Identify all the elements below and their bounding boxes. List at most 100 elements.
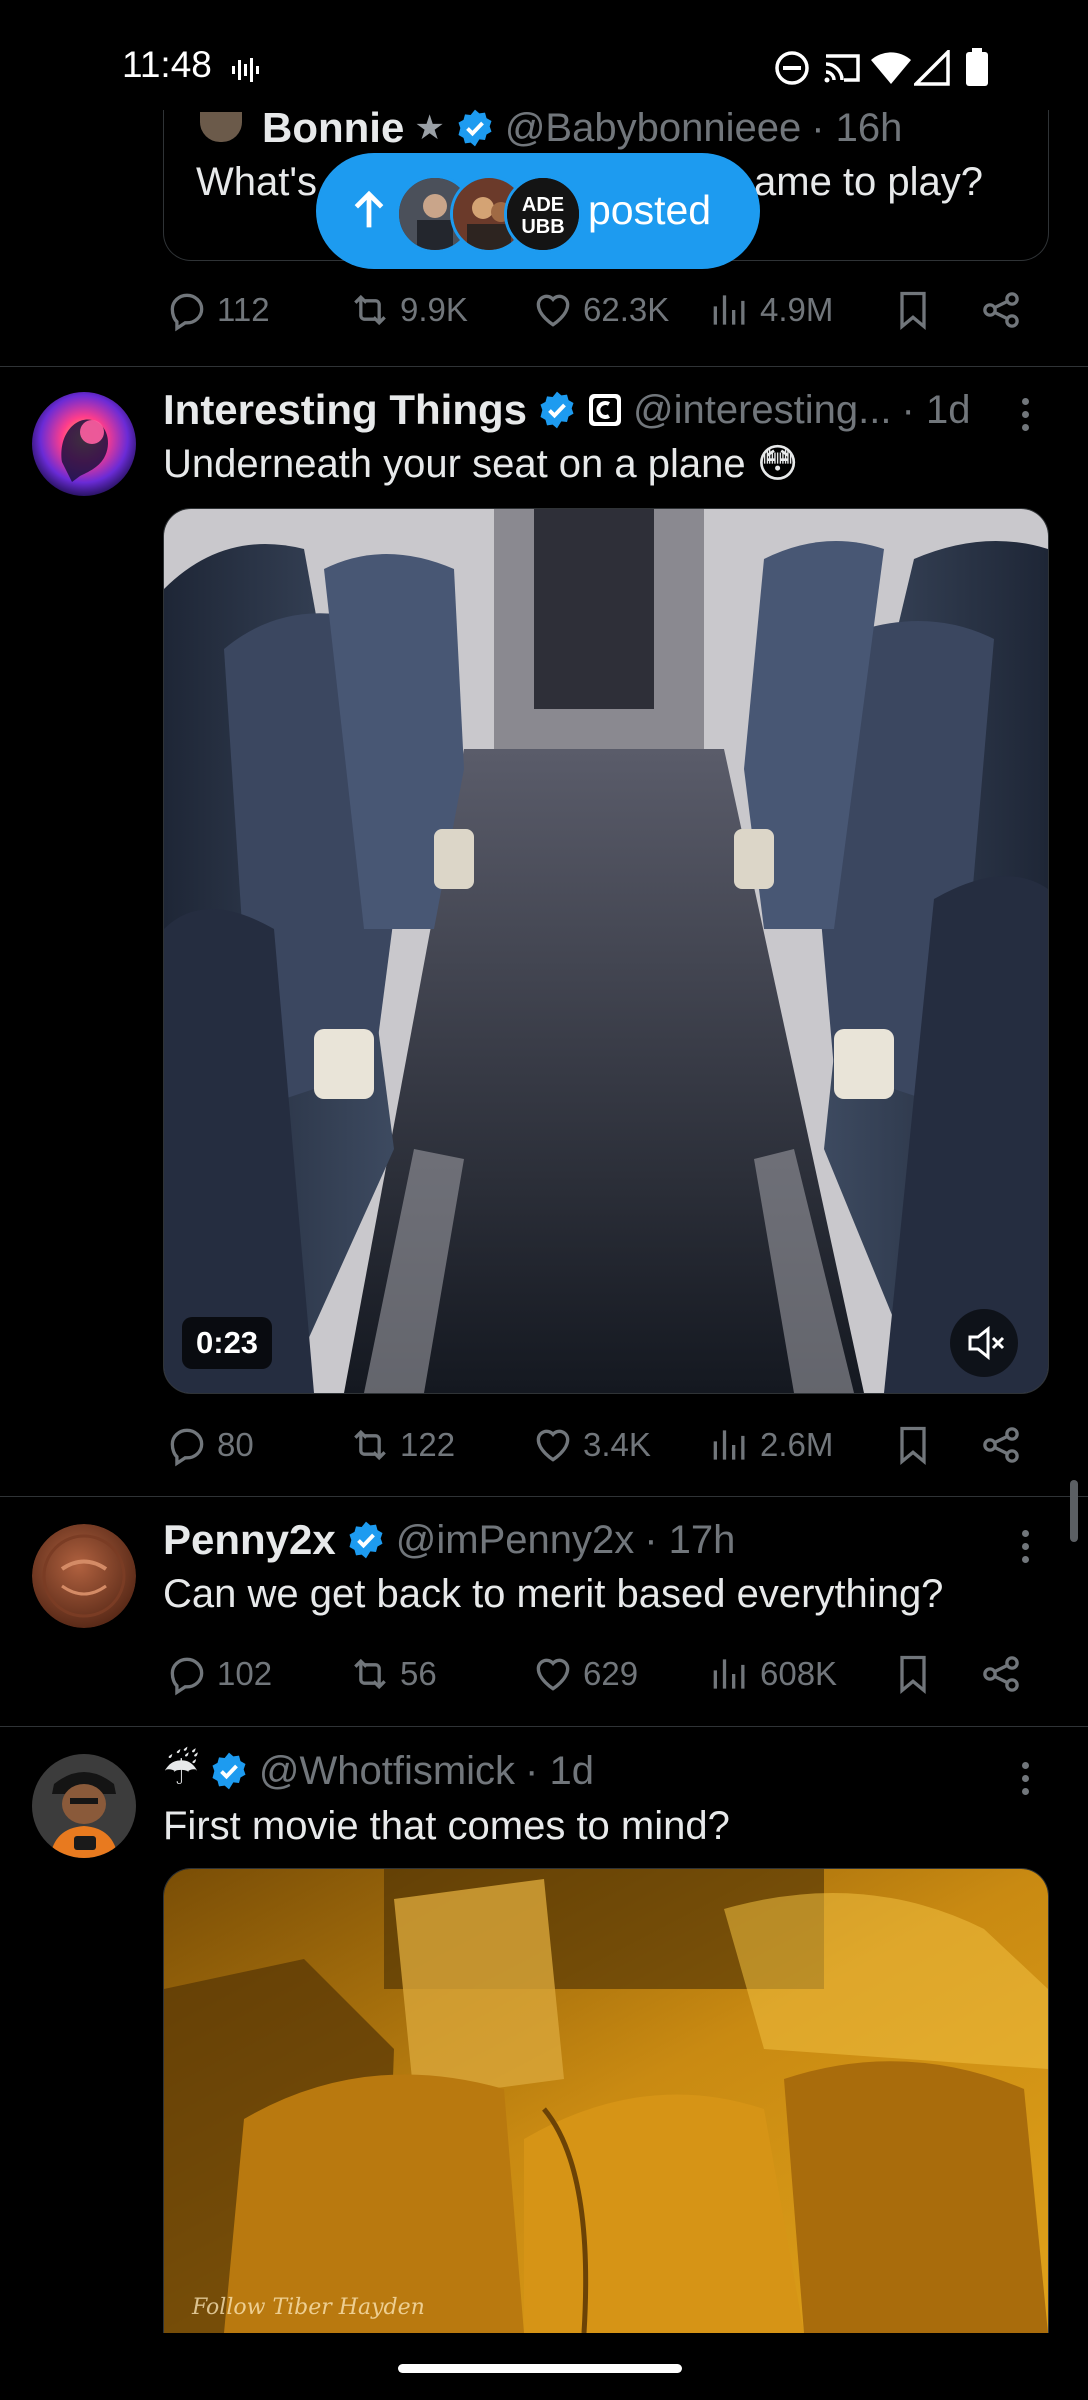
views-button[interactable]: 4.9M: [708, 288, 833, 332]
views-button[interactable]: 608K: [708, 1652, 837, 1696]
quoted-header: Bonnie ★ @Babybonnieee · 16h: [262, 104, 902, 152]
reply-button[interactable]: 112: [165, 288, 270, 332]
more-options-button[interactable]: [1022, 398, 1032, 437]
share-button[interactable]: [979, 1652, 1023, 1696]
verified-icon: [212, 1752, 246, 1790]
author-name[interactable]: Interesting Things: [163, 386, 527, 434]
tweet-time: · 1d: [901, 387, 971, 432]
share-icon: [983, 1656, 1019, 1692]
verified-icon: [540, 391, 574, 429]
tweet-penny2x[interactable]: Penny2x @imPenny2x · 17h Can we get back…: [0, 1496, 1088, 1727]
volume-muted-icon: [968, 1325, 1005, 1361]
reply-button[interactable]: 80: [165, 1423, 254, 1467]
repost-count: 122: [400, 1426, 456, 1463]
airplane-cabin-video-frame: [164, 509, 1048, 1393]
avatar[interactable]: [32, 1754, 136, 1858]
quoted-text-right: ame to play?: [754, 160, 984, 204]
reply-icon: [170, 1428, 204, 1467]
reply-count: 112: [217, 291, 270, 328]
quoted-name: Bonnie: [262, 104, 405, 151]
reply-count: 80: [217, 1426, 254, 1463]
tweet-header: Penny2x @imPenny2x · 17h: [163, 1516, 735, 1564]
verified-icon: [458, 109, 492, 147]
home-indicator[interactable]: [398, 2364, 682, 2373]
pill-avatar-3: ADE UBB: [504, 175, 582, 253]
share-icon: [983, 1427, 1019, 1463]
scrollbar[interactable]: [1070, 1480, 1078, 1542]
status-time: 11:48: [122, 44, 212, 85]
media-image[interactable]: Follow Tiber Hayden: [163, 1868, 1049, 2333]
author-name[interactable]: Penny2x: [163, 1516, 336, 1564]
quoted-handle: @Babybonnieee: [504, 105, 802, 150]
more-options-button[interactable]: [1022, 1530, 1032, 1569]
battery-icon: [966, 48, 988, 86]
affiliate-badge-icon: [589, 394, 622, 426]
tweet-actions: 102 56 629 608K: [163, 1652, 1038, 1712]
repost-icon: [354, 1429, 386, 1461]
like-button[interactable]: 3.4K: [531, 1423, 651, 1467]
like-count: 629: [583, 1655, 639, 1692]
view-count: 4.9M: [760, 291, 834, 328]
mute-button[interactable]: [950, 1309, 1018, 1377]
tweet-header: ☔ @Whotfismick · 1d: [163, 1748, 594, 1794]
cast-icon: [824, 54, 860, 83]
repost-button[interactable]: 56: [348, 1652, 437, 1696]
arrow-up-icon: [354, 190, 384, 228]
avatar[interactable]: [32, 392, 136, 496]
author-handle[interactable]: @Whotfismick: [259, 1749, 515, 1794]
repost-count: 56: [400, 1655, 437, 1692]
view-count: 608K: [760, 1655, 838, 1692]
svg-text:ADE: ADE: [522, 194, 564, 216]
bookmark-button[interactable]: [891, 1652, 935, 1696]
tweet-header: Interesting Things @interesting... · 1d: [163, 386, 970, 434]
views-button[interactable]: 2.6M: [708, 1423, 833, 1467]
reply-button[interactable]: 102: [165, 1652, 272, 1696]
like-count: 62.3K: [583, 291, 670, 328]
repost-button[interactable]: 9.9K: [348, 288, 468, 332]
new-posts-pill[interactable]: ADE UBB posted: [316, 153, 760, 269]
reply-count: 102: [217, 1655, 273, 1692]
heart-icon: [536, 294, 570, 327]
dnd-icon: [775, 51, 809, 85]
share-button[interactable]: [979, 288, 1023, 332]
wifi-icon: [871, 52, 911, 84]
svg-text:UBB: UBB: [521, 216, 564, 238]
star-icon: ★: [414, 109, 445, 147]
view-count: 2.6M: [760, 1426, 834, 1463]
bookmark-button[interactable]: [891, 1423, 935, 1467]
repost-button[interactable]: 122: [348, 1423, 455, 1467]
repost-icon: [354, 294, 386, 326]
voice-icon: [232, 58, 259, 82]
author-name[interactable]: ☔: [163, 1748, 199, 1794]
more-options-button[interactable]: [1022, 1762, 1032, 1801]
author-handle[interactable]: @imPenny2x: [396, 1518, 634, 1563]
bookmark-icon: [900, 291, 926, 331]
views-icon: [713, 295, 745, 325]
image-watermark: Follow Tiber Hayden: [192, 2295, 425, 2320]
heart-icon: [536, 1658, 570, 1691]
reply-icon: [170, 293, 204, 332]
share-button[interactable]: [979, 1423, 1023, 1467]
tweet-actions: 80 122 3.4K 2.6M: [163, 1423, 1038, 1483]
tweet-text: Underneath your seat on a plane 😳: [163, 442, 799, 486]
tweet-time: · 1d: [525, 1748, 594, 1793]
views-icon: [713, 1659, 745, 1689]
heart-icon: [536, 1429, 570, 1462]
views-icon: [713, 1430, 745, 1460]
like-button[interactable]: 629: [531, 1652, 638, 1696]
tweet-whotfismick[interactable]: ☔ @Whotfismick · 1d First movie that com…: [0, 1726, 1088, 2346]
tweet-actions: 112 9.9K 62.3K 4.9M: [163, 288, 1038, 348]
quoted-text-left: What's: [196, 160, 317, 204]
repost-icon: [354, 1658, 386, 1690]
author-handle[interactable]: @interesting...: [633, 388, 892, 433]
tweet-interesting-things[interactable]: Interesting Things @interesting... · 1d …: [0, 366, 1088, 1497]
bookmark-button[interactable]: [891, 288, 935, 332]
like-count: 3.4K: [583, 1426, 651, 1463]
video-player[interactable]: 0:23: [163, 508, 1049, 1394]
avatar[interactable]: [32, 1524, 136, 1628]
like-button[interactable]: 62.3K: [531, 288, 669, 332]
tweet-time: · 17h: [644, 1517, 736, 1562]
reply-icon: [170, 1657, 204, 1696]
movie-scene-image: [164, 1869, 1048, 2333]
quoted-time: · 16h: [811, 105, 903, 150]
